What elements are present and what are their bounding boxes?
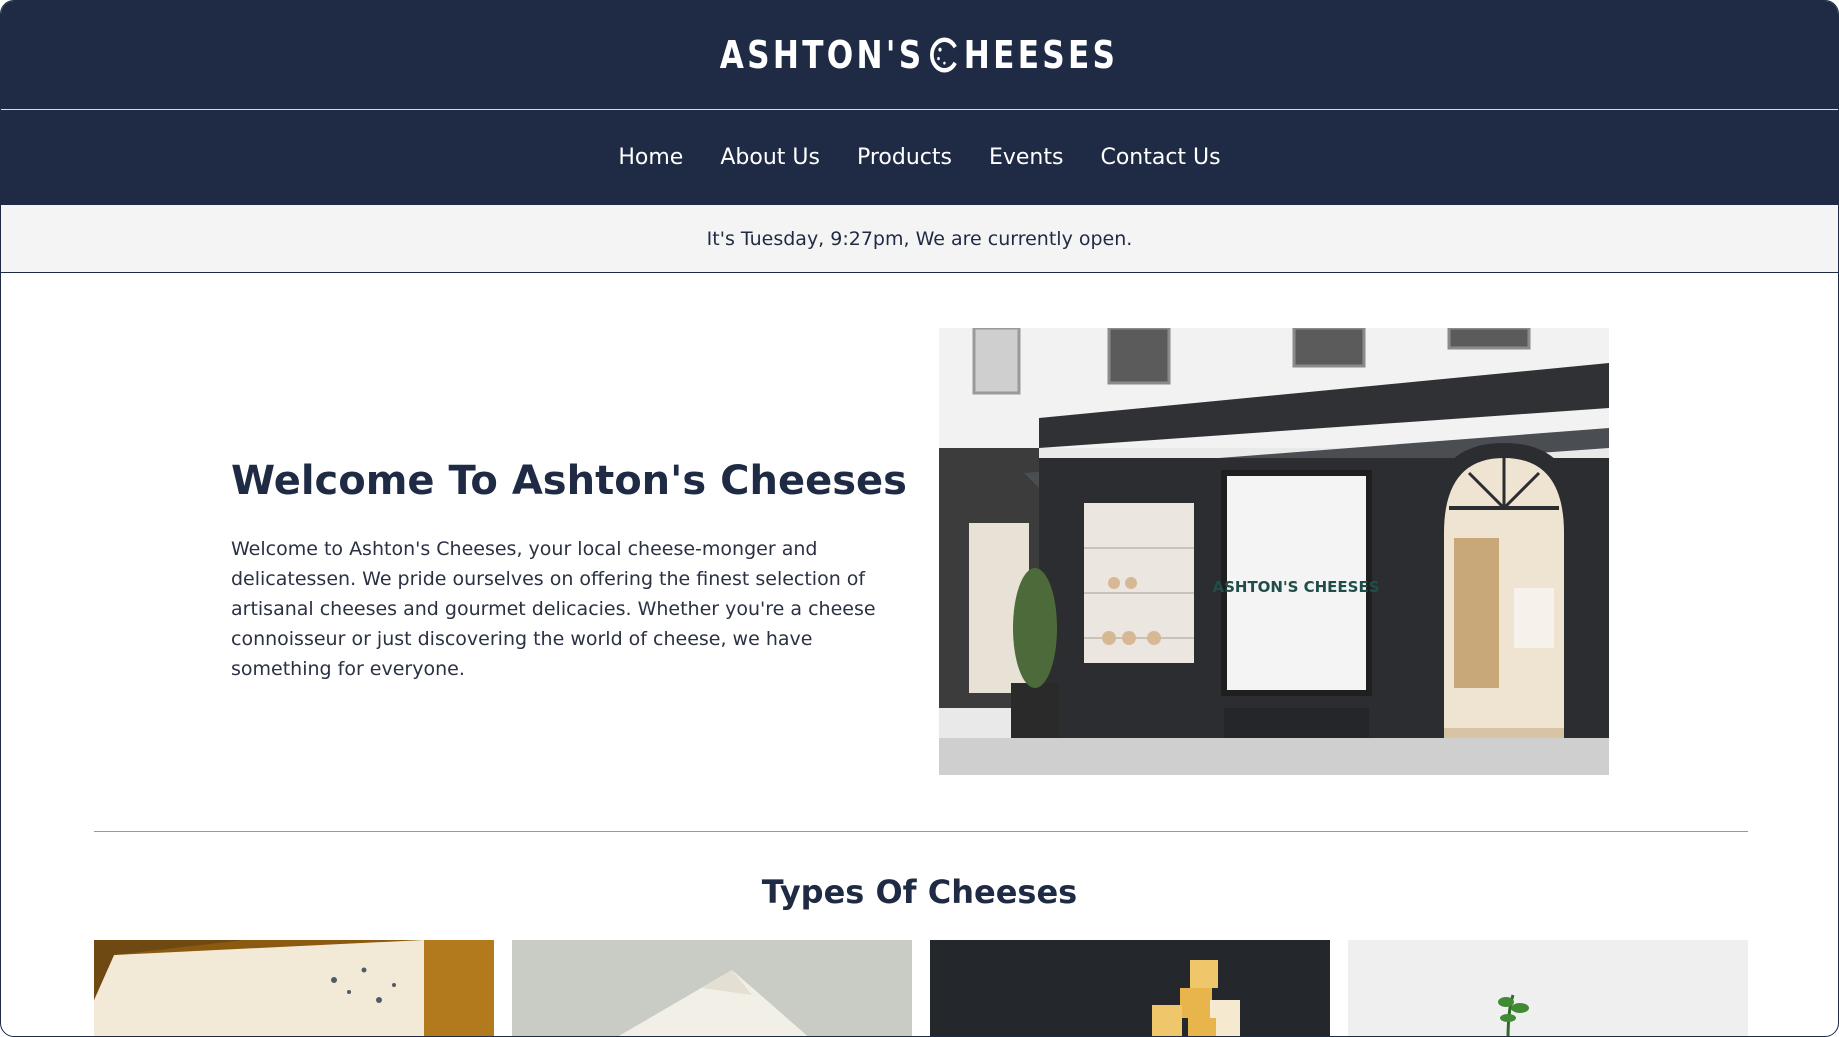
storefront-sign-text: ASHTON'S CHEESES: [1212, 578, 1379, 596]
herb-cheese-image: [1348, 940, 1748, 1036]
cheese-card-herb[interactable]: [1348, 940, 1748, 1036]
site-logo[interactable]: ASHTON'S HEESES: [720, 33, 1119, 77]
cheese-wheel-c-icon: [930, 37, 960, 73]
storefront-image: ASHTON'S CHEESES: [939, 328, 1609, 775]
cheese-card-blue-cheese[interactable]: [94, 940, 494, 1036]
cheese-types-grid: [94, 940, 1748, 1036]
site-header: ASHTON'S HEESES: [1, 1, 1838, 110]
nav-events[interactable]: Events: [989, 145, 1064, 170]
opening-status-text: It's Tuesday, 9:27pm, We are currently o…: [706, 227, 1133, 250]
opening-status-banner: It's Tuesday, 9:27pm, We are currently o…: [1, 205, 1838, 273]
storefront-illustration: ASHTON'S CHEESES: [939, 328, 1609, 775]
main-nav: Home About Us Products Events Contact Us: [1, 110, 1838, 205]
blue-cheese-image: [94, 940, 494, 1036]
cheese-card-cubes[interactable]: [930, 940, 1330, 1036]
brand-name-part-1: ASHTON'S: [720, 33, 925, 77]
nav-about-us[interactable]: About Us: [720, 145, 820, 170]
cheese-card-brie[interactable]: [512, 940, 912, 1036]
section-divider: [94, 831, 1748, 832]
hero-section: Welcome To Ashton's Cheeses Welcome to A…: [1, 273, 1838, 833]
hero-description: Welcome to Ashton's Cheeses, your local …: [231, 538, 876, 680]
nav-products[interactable]: Products: [857, 145, 952, 170]
hero-title: Welcome To Ashton's Cheeses: [231, 458, 907, 504]
hero-text-block: Welcome To Ashton's Cheeses Welcome to A…: [231, 458, 911, 684]
page-frame: ASHTON'S HEESES Home About Us Products E…: [0, 0, 1839, 1037]
brie-image: [512, 940, 912, 1036]
nav-home[interactable]: Home: [618, 145, 683, 170]
types-section-title: Types Of Cheeses: [761, 873, 1078, 911]
cheese-cubes-image: [930, 940, 1330, 1036]
brand-name-part-2: HEESES: [964, 33, 1119, 77]
nav-contact-us[interactable]: Contact Us: [1100, 145, 1220, 170]
